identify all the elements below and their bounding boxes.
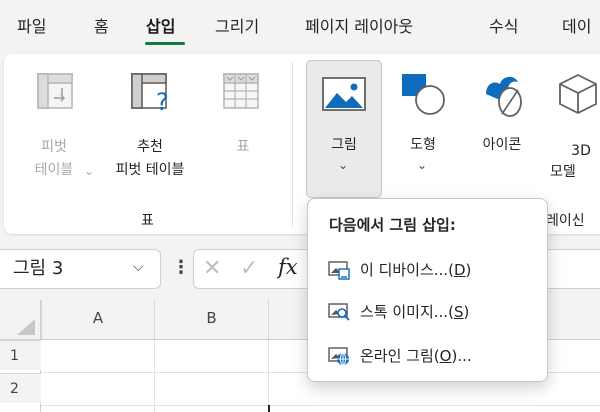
menu-item-stock-images[interactable]: 스톡 이미지...(S) bbox=[320, 295, 538, 329]
svg-text:?: ? bbox=[156, 88, 169, 114]
tab-insert[interactable]: 삽입 bbox=[146, 17, 175, 37]
menu-item-online-pictures-label: 온라인 그림(O)... bbox=[360, 347, 472, 365]
icons-icon bbox=[486, 76, 522, 117]
tab-file[interactable]: 파일 bbox=[17, 17, 46, 37]
group-label-illustrations: 레이신 bbox=[546, 213, 585, 229]
menu-item-online-pictures[interactable]: 온라인 그림(O)... bbox=[320, 339, 538, 373]
insert-function-icon[interactable]: fx bbox=[278, 255, 298, 279]
recommended-pivot-label-1: 추천 bbox=[137, 139, 163, 155]
row-header-1[interactable]: 1 bbox=[0, 340, 41, 370]
tab-page-layout[interactable]: 페이지 레이아웃 bbox=[305, 17, 413, 37]
picture-button[interactable]: 그림 ⌄ bbox=[306, 62, 382, 196]
column-header-a[interactable]: A bbox=[41, 300, 154, 340]
cube-icon bbox=[559, 73, 597, 115]
tab-data[interactable]: 데이 bbox=[562, 17, 591, 37]
tab-home[interactable]: 홈 bbox=[94, 17, 109, 37]
picture-icon bbox=[322, 77, 366, 111]
recommended-pivot-button[interactable]: ? 추천 피벗 테이블 bbox=[100, 62, 200, 192]
pivot-table-icon bbox=[37, 73, 73, 109]
tab-formulas[interactable]: 수식 bbox=[489, 17, 518, 37]
icons-label: 아이콘 bbox=[482, 137, 522, 153]
chevron-down-icon: ⌄ bbox=[84, 164, 95, 178]
table-label: 표 bbox=[236, 139, 250, 155]
pivot-table-button[interactable]: 피벗 테이블 ⌄ bbox=[14, 62, 94, 192]
menu-item-stock-images-label: 스톡 이미지...(S) bbox=[360, 303, 470, 321]
chevron-down-icon: ⌄ bbox=[338, 158, 349, 172]
pivot-table-label-1: 피벗 bbox=[41, 139, 67, 155]
table-button[interactable]: 표 bbox=[210, 62, 276, 192]
column-header-b[interactable]: B bbox=[154, 300, 268, 340]
menu-item-this-device-label: 이 디바이스...(D) bbox=[360, 261, 472, 279]
chevron-down-icon[interactable]: ⌵ bbox=[133, 259, 144, 275]
stock-image-icon bbox=[328, 303, 350, 321]
online-image-icon bbox=[328, 347, 349, 366]
shapes-label: 도형 bbox=[410, 137, 436, 153]
chevron-down-icon: ⌄ bbox=[417, 158, 428, 172]
enter-icon[interactable]: ✓ bbox=[240, 258, 258, 280]
grid-line bbox=[41, 405, 600, 406]
icons-button[interactable]: 아이콘 bbox=[466, 62, 538, 192]
pivot-table-label-2: 테이블 bbox=[34, 162, 74, 178]
cancel-icon[interactable]: ✕ bbox=[203, 258, 221, 280]
group-separator bbox=[292, 62, 293, 227]
shapes-button[interactable]: 도형 ⌄ bbox=[388, 62, 458, 192]
grid-line bbox=[154, 340, 155, 412]
name-box-value: 그림 3 bbox=[13, 258, 64, 279]
recommended-pivot-label-2: 피벗 테이블 bbox=[115, 162, 185, 178]
group-label-tables: 표 bbox=[141, 213, 154, 229]
3d-models-label-1: 3D bbox=[571, 143, 591, 159]
grid-line bbox=[268, 340, 269, 412]
selected-cell-border bbox=[268, 405, 270, 412]
shapes-icon bbox=[402, 74, 445, 115]
menu-item-this-device[interactable]: 이 디바이스...(D) bbox=[320, 253, 538, 287]
menu-bar: 파일 홈 삽입 그리기 페이지 레이아웃 수식 데이 bbox=[0, 0, 600, 50]
recommended-pivot-icon: ? bbox=[131, 73, 169, 114]
tab-draw[interactable]: 그리기 bbox=[215, 17, 259, 37]
device-image-icon bbox=[328, 261, 350, 280]
active-tab-indicator bbox=[145, 42, 185, 45]
insert-picture-menu-title: 다음에서 그림 삽입: bbox=[329, 216, 456, 234]
3d-models-button[interactable]: 3D 모델 bbox=[546, 62, 600, 192]
select-all-triangle-icon bbox=[17, 319, 35, 335]
row-header-2[interactable]: 2 bbox=[0, 373, 41, 403]
more-options-icon[interactable]: ⋮ bbox=[172, 257, 190, 278]
table-icon bbox=[223, 73, 259, 109]
picture-label: 그림 bbox=[331, 137, 357, 153]
3d-models-label-2: 모델 bbox=[550, 164, 576, 180]
